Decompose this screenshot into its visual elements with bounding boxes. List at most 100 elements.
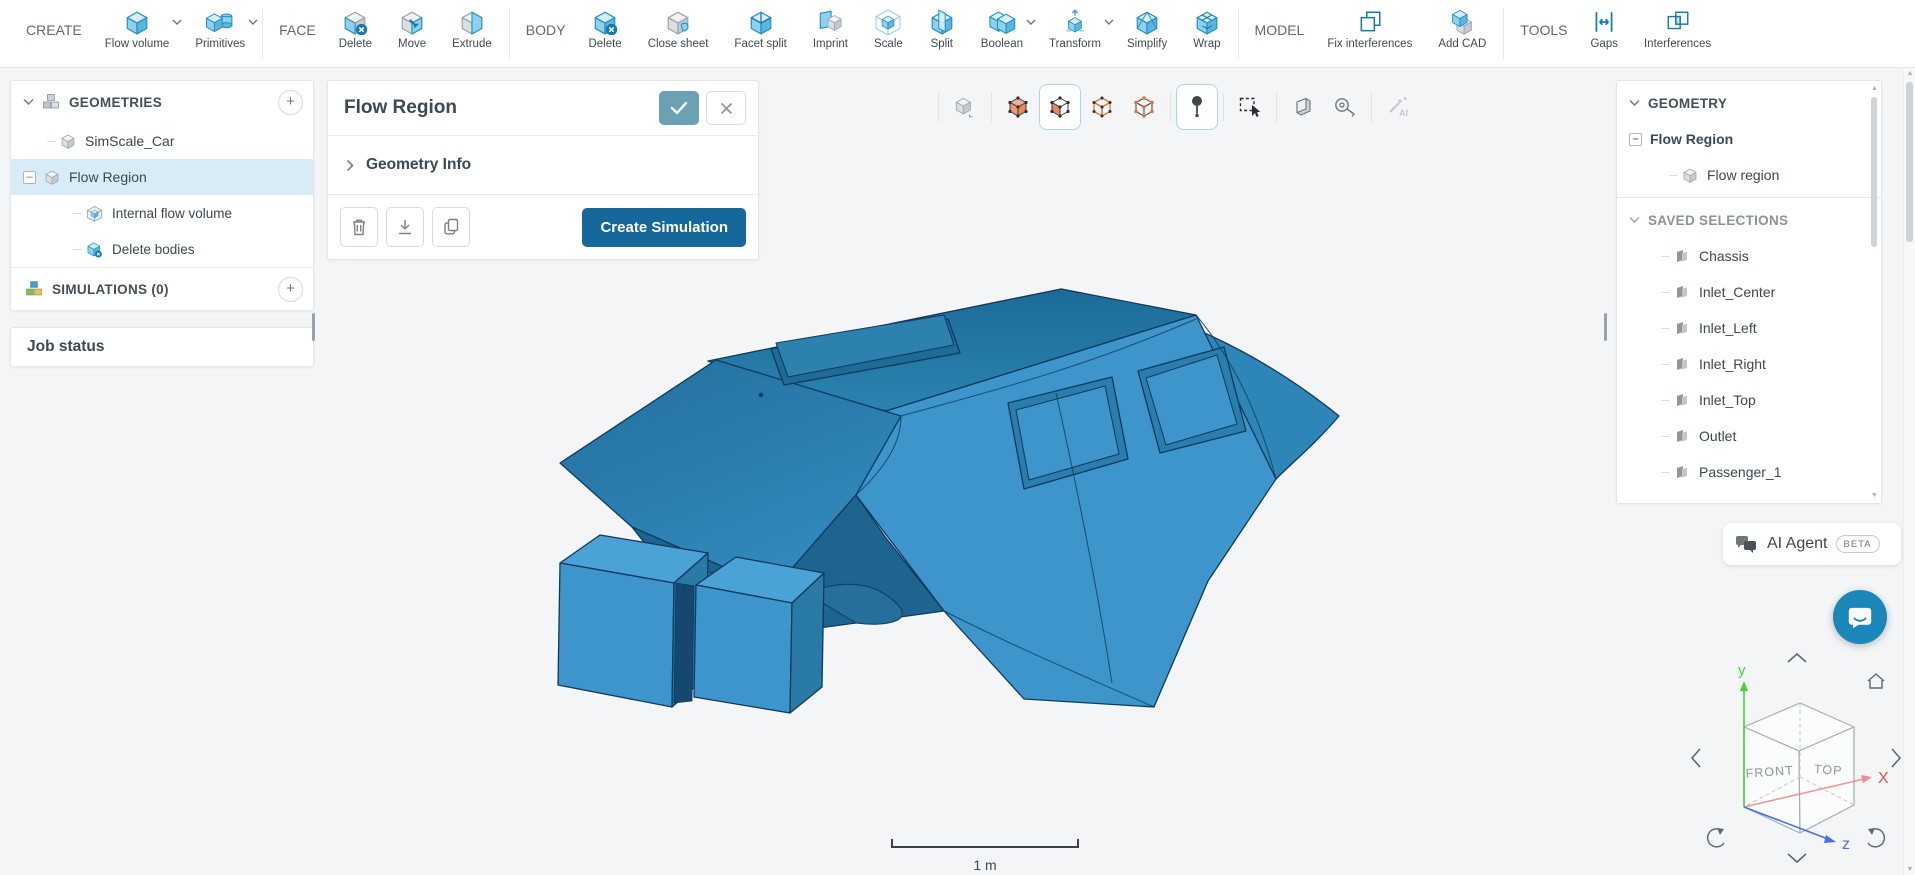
saved-selection-item[interactable]: Chassis — [1617, 238, 1881, 274]
measure-icon[interactable] — [1324, 84, 1366, 130]
svg-text:X: X — [1878, 770, 1889, 787]
rotate-down-button[interactable] — [1787, 853, 1807, 864]
apply-button[interactable] — [659, 91, 699, 125]
add-simulation-button[interactable]: + — [278, 276, 303, 302]
chevron-down-icon[interactable] — [23, 98, 34, 106]
panel-scrollbar[interactable]: ▲ ▼ — [1870, 85, 1879, 499]
probe-point-icon[interactable] — [1176, 84, 1218, 130]
duplicate-button[interactable] — [432, 207, 470, 247]
chevron-down-icon[interactable] — [248, 19, 258, 26]
body-select-icon[interactable] — [997, 84, 1039, 130]
saved-selection-item[interactable]: Inlet_Right — [1617, 346, 1881, 382]
chevron-right-icon — [346, 159, 354, 171]
saved-selection-item[interactable]: Inlet_Left — [1617, 310, 1881, 346]
add-geometry-button[interactable]: + — [278, 89, 303, 115]
tree-item-flow-region-child[interactable]: Flow region — [1617, 157, 1881, 193]
tree-connector — [1661, 399, 1670, 401]
svg-text:y: y — [1738, 662, 1746, 679]
export-button[interactable] — [386, 207, 424, 247]
saved-selection-item[interactable]: Inlet_Center — [1617, 274, 1881, 310]
section-label-tools: TOOLS — [1520, 21, 1568, 38]
toolbar-button-imprint[interactable]: Imprint — [800, 0, 861, 67]
tree-item-flow-region[interactable]: – Flow Region — [11, 159, 313, 195]
tree-item-delete-bodies[interactable]: Delete bodies — [11, 231, 313, 267]
chevron-down-icon[interactable] — [1026, 19, 1036, 26]
scrollbar-thumb[interactable] — [1906, 82, 1913, 242]
chevron-down-icon[interactable] — [1104, 19, 1114, 26]
ai-agent-button[interactable]: AI Agent BETA — [1723, 523, 1901, 565]
chevron-down-icon[interactable] — [1629, 216, 1640, 224]
toolbar-button-primitives[interactable]: Primitives — [182, 0, 258, 67]
toolbar-button-face-extrude[interactable]: Extrude — [439, 0, 505, 67]
tree-item-simscale-car[interactable]: SimScale_Car — [11, 123, 313, 159]
chat-launcher-button[interactable] — [1833, 590, 1887, 644]
toolbar-button-label: Close sheet — [647, 38, 709, 50]
scroll-up-arrow[interactable]: ▲ — [1870, 85, 1879, 92]
saved-selection-item[interactable]: Inlet_Top — [1617, 382, 1881, 418]
toolbar-button-gaps[interactable]: Gaps — [1577, 0, 1631, 67]
toolbar-button-face-move[interactable]: Move — [385, 0, 439, 67]
saved-selections-header[interactable]: SAVED SELECTIONS — [1617, 202, 1881, 238]
rotate-ccw-button[interactable] — [1706, 828, 1725, 848]
rotate-right-button[interactable] — [1891, 748, 1902, 768]
create-simulation-button[interactable]: Create Simulation — [582, 207, 746, 247]
toolbar-divider — [1503, 8, 1505, 59]
hide-face-icon[interactable] — [1282, 84, 1324, 130]
tree-item-label: SimScale_Car — [85, 133, 175, 149]
geometry-info-section[interactable]: Geometry Info — [328, 135, 758, 195]
toolbar-button-scale[interactable]: Scale — [861, 0, 916, 67]
toolbar-button-label: Gaps — [1590, 38, 1618, 50]
toolbar-button-body-delete[interactable]: Delete — [575, 0, 634, 67]
vertex-select-icon[interactable] — [1123, 84, 1165, 130]
fix-interferences-icon — [1357, 7, 1383, 36]
toolbar-button-interferences[interactable]: Interferences — [1631, 0, 1724, 67]
volume-select-icon[interactable] — [944, 84, 986, 130]
chevron-down-icon[interactable] — [172, 19, 182, 26]
rotate-left-button[interactable] — [1690, 748, 1701, 768]
toolbar-button-boolean[interactable]: Boolean — [968, 0, 1036, 67]
toolbar-button-facet-split[interactable]: Facet split — [721, 0, 799, 67]
delete-button[interactable] — [340, 207, 378, 247]
toolbar-section-tools: TOOLS Gaps Interferences — [1508, 0, 1724, 67]
tree-connector — [1661, 291, 1670, 293]
left-panel-resize-handle[interactable] — [312, 313, 315, 341]
edge-select-icon[interactable] — [1081, 84, 1123, 130]
job-status-panel[interactable]: Job status — [10, 327, 314, 367]
scale-bar-line — [891, 839, 1079, 848]
toolbar-button-close-sheet[interactable]: Close sheet — [635, 0, 722, 67]
cancel-button[interactable] — [706, 91, 746, 125]
toolbar-button-label: Add CAD — [1438, 38, 1487, 50]
toolbar-button-face-delete[interactable]: Delete — [326, 0, 385, 67]
chevron-down-icon[interactable] — [1629, 99, 1640, 107]
toolbar-button-split[interactable]: Split — [916, 0, 968, 67]
toolbar-button-flow-volume[interactable]: Flow volume — [92, 0, 183, 67]
geometry-section-header[interactable]: GEOMETRY — [1617, 85, 1881, 121]
toolbar-button-add-cad[interactable]: Add CAD — [1425, 0, 1499, 67]
home-view-button[interactable] — [1867, 673, 1885, 689]
rotate-cw-button[interactable] — [1867, 828, 1886, 848]
tree-item-internal-flow-volume[interactable]: Internal flow volume — [11, 195, 313, 231]
box-select-icon[interactable] — [1229, 84, 1271, 130]
viewport-3d-model[interactable] — [556, 283, 1348, 717]
toolbar-button-transform[interactable]: Transform — [1036, 0, 1114, 67]
toolbar-button-wrap[interactable]: Wrap — [1180, 0, 1233, 67]
rotate-up-button[interactable] — [1787, 652, 1807, 663]
ai-select-icon: AI — [1377, 84, 1419, 130]
navigation-cube[interactable]: FRONT TOP y X z — [1682, 645, 1910, 873]
simulations-section-header[interactable]: SIMULATIONS (0) + — [11, 268, 313, 310]
tree-item-flow-region-root[interactable]: – Flow Region — [1617, 121, 1881, 157]
scroll-down-arrow[interactable]: ▼ — [1870, 492, 1879, 499]
chat-bubbles-icon — [1736, 535, 1756, 553]
toolbar-button-simplify[interactable]: Simplify — [1114, 0, 1180, 67]
toolbar-button-fix-interferences[interactable]: Fix interferences — [1314, 0, 1425, 67]
facet-split-icon — [748, 7, 774, 36]
collapse-toggle[interactable]: – — [23, 170, 36, 184]
collapse-toggle[interactable]: – — [1629, 132, 1642, 146]
geometries-section-header[interactable]: GEOMETRIES + — [11, 81, 313, 123]
scrollbar-thumb[interactable] — [1871, 97, 1877, 247]
scroll-up-arrow[interactable]: ▲ — [1904, 70, 1915, 77]
face-select-icon[interactable] — [1039, 84, 1081, 130]
saved-selection-item[interactable]: Passenger_1 — [1617, 454, 1881, 490]
right-panel-resize-handle[interactable] — [1604, 313, 1607, 341]
saved-selection-item[interactable]: Outlet — [1617, 418, 1881, 454]
